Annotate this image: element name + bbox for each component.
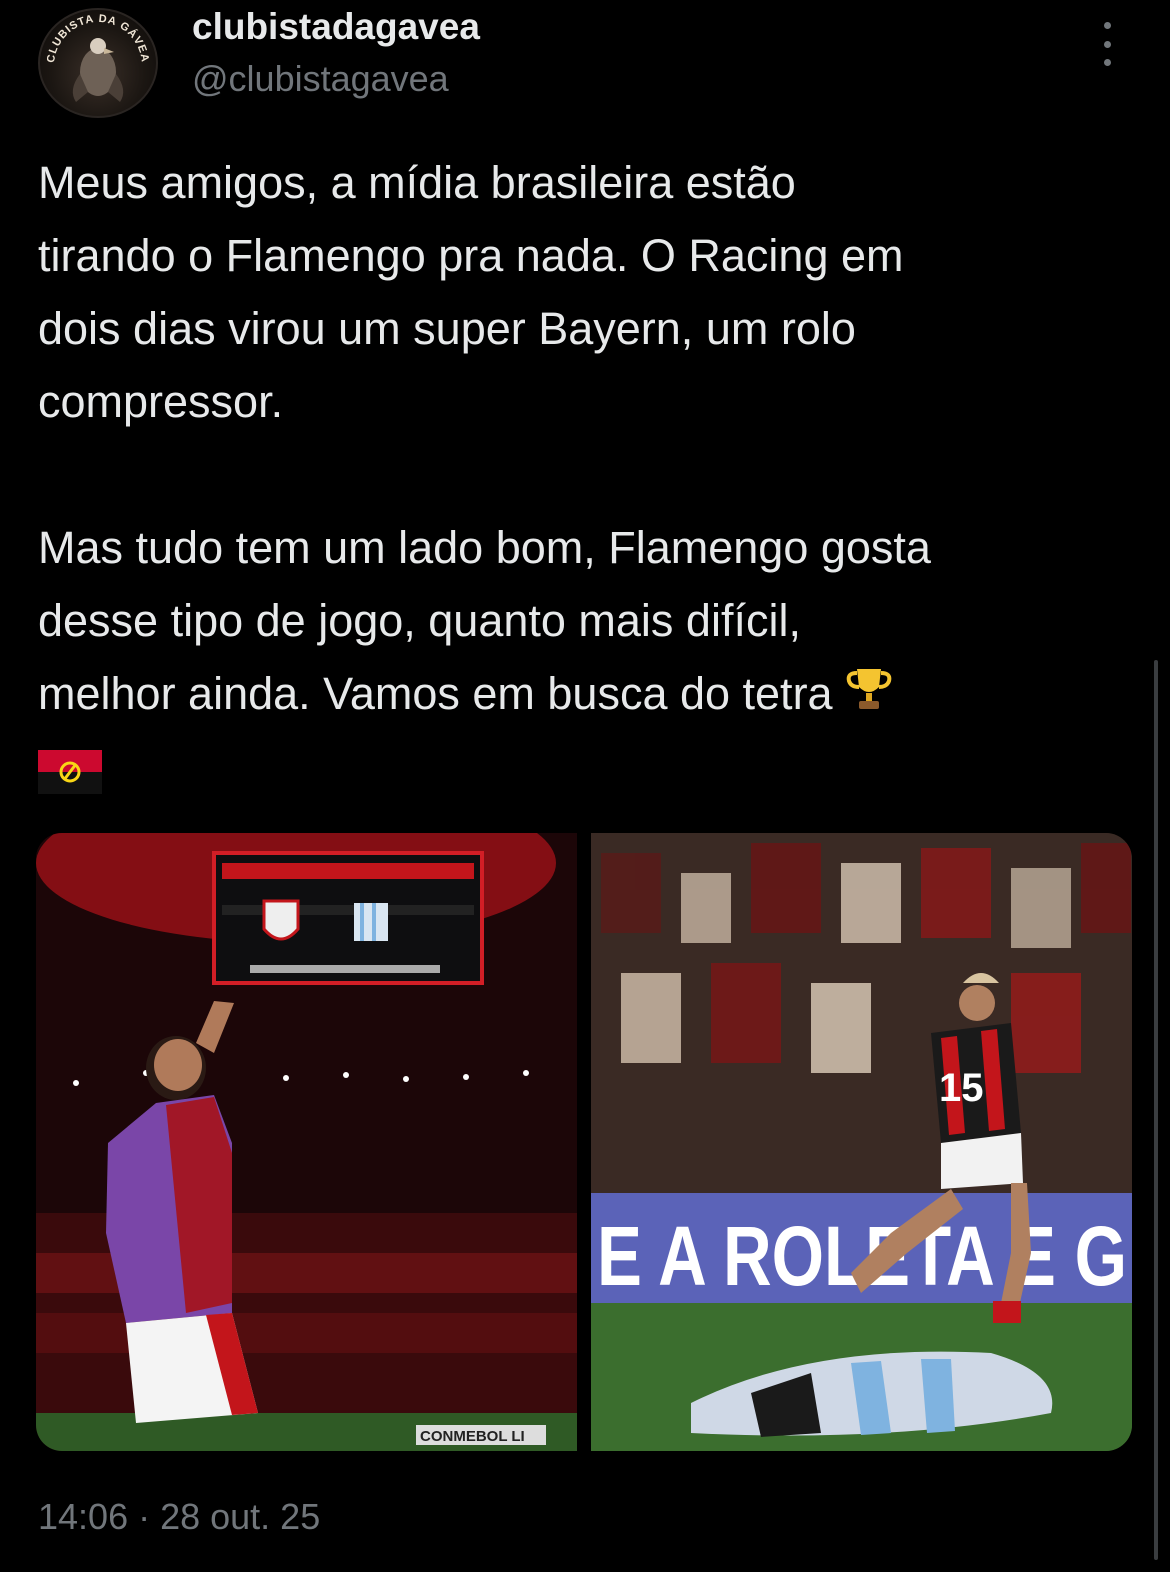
tweet-line: dois dias virou um super Bayern, um rolo bbox=[38, 303, 856, 354]
tweet-line: desse tipo de jogo, quanto mais difícil, bbox=[38, 595, 801, 646]
author-avatar[interactable]: CLUBISTA DA GÁVEA bbox=[38, 8, 158, 118]
more-dot-icon bbox=[1103, 59, 1111, 66]
tweet-line: Mas tudo tem um lado bom, Flamengo gosta bbox=[38, 522, 931, 573]
tweet-media[interactable]: CONMEBOL LI E A ROLETA E G 15 bbox=[36, 833, 1132, 1451]
trophy-emoji-icon bbox=[846, 669, 891, 709]
jersey-number-text: 15 bbox=[939, 1066, 984, 1110]
stadium-scene-illustration: CONMEBOL LI bbox=[36, 833, 577, 1451]
conmebol-board-text: CONMEBOL LI bbox=[420, 1428, 525, 1445]
tweet-timestamp[interactable]: 14:06 · 28 out. 25 bbox=[38, 1496, 320, 1538]
tweet-line: tirando o Flamengo pra nada. O Racing em bbox=[38, 230, 904, 281]
author-handle[interactable]: @clubistagavea bbox=[192, 58, 449, 100]
tweet-line: Meus amigos, a mídia brasileira estão bbox=[38, 157, 796, 208]
more-options-button[interactable] bbox=[1092, 22, 1122, 66]
tweet-text: Meus amigos, a mídia brasileira estão ti… bbox=[38, 146, 1138, 794]
more-dot-icon bbox=[1103, 40, 1111, 48]
more-dot-icon bbox=[1103, 22, 1111, 29]
tweet-line: compressor. bbox=[38, 376, 284, 427]
tweet-line: melhor ainda. Vamos em busca do tetra bbox=[38, 657, 1138, 730]
player-celebration-photo[interactable]: E A ROLETA E G 15 bbox=[591, 833, 1132, 1451]
author-display-name[interactable]: clubistadagavea bbox=[192, 6, 480, 48]
angola-flag-icon bbox=[38, 742, 102, 794]
celebration-scene-illustration: E A ROLETA E G 15 bbox=[591, 833, 1132, 1451]
page-scrollbar[interactable] bbox=[1154, 660, 1158, 1560]
tweet-line-text: melhor ainda. Vamos em busca do tetra bbox=[38, 668, 833, 719]
vulture-logo-icon: CLUBISTA DA GÁVEA bbox=[45, 13, 150, 102]
stadium-photo[interactable]: CONMEBOL LI bbox=[36, 833, 577, 1451]
